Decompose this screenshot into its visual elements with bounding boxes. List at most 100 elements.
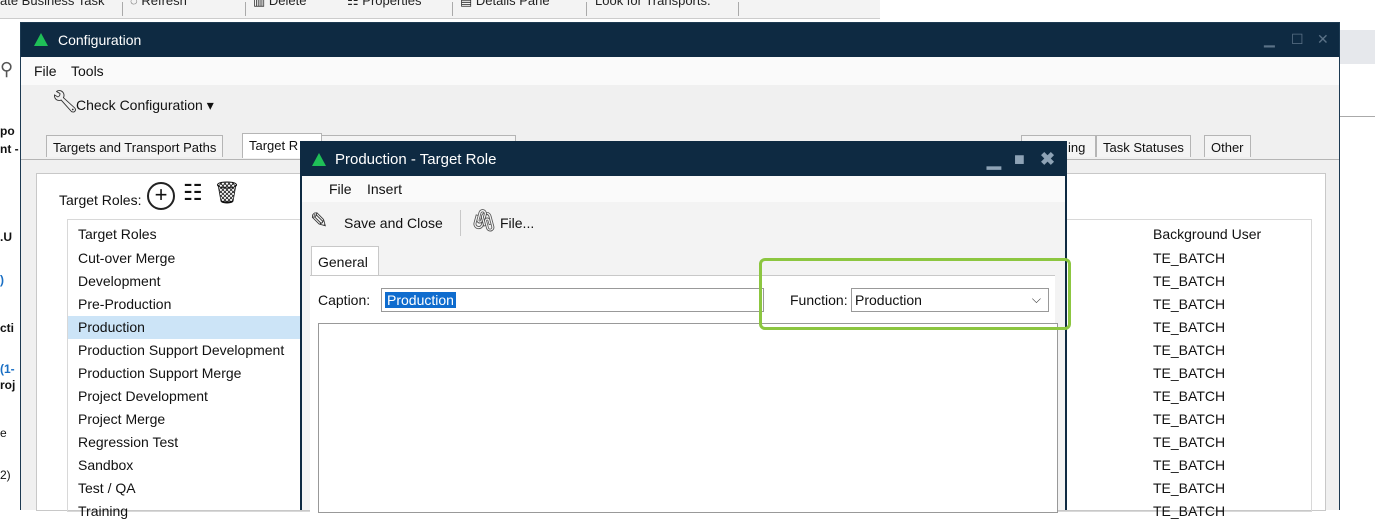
table-row[interactable]: Sandbox bbox=[68, 454, 308, 477]
table-row[interactable]: Production Support Development bbox=[68, 339, 308, 362]
properties-label: Properties bbox=[362, 0, 422, 8]
search-icon: ⚲ bbox=[0, 59, 14, 79]
target-role-dialog: Production - Target Role ▁ ■ ✖ File Inse… bbox=[300, 141, 1071, 513]
menu-file[interactable]: File bbox=[329, 181, 352, 197]
delete-trash-icon[interactable]: 🗑︎ bbox=[213, 180, 241, 206]
properties-list-icon[interactable]: ☷ bbox=[183, 180, 203, 206]
table-row[interactable]: Project Merge bbox=[68, 408, 308, 431]
paperclip-icon: 🖇︎ bbox=[470, 208, 498, 233]
tab-other[interactable]: Other bbox=[1204, 135, 1251, 157]
column-header-target-roles[interactable]: Target Roles bbox=[68, 223, 308, 246]
bg-text: po bbox=[0, 124, 15, 138]
configuration-titlebar[interactable]: Configuration ▁ ☐ ✕ bbox=[21, 23, 1339, 57]
background-user-cell[interactable]: TE_BATCH bbox=[1143, 362, 1303, 381]
tab-task-statuses[interactable]: Task Statuses bbox=[1096, 135, 1191, 157]
save-and-close-button[interactable]: Save and Close bbox=[344, 215, 443, 231]
menu-file[interactable]: File bbox=[34, 63, 57, 79]
pencil-icon: ✎ bbox=[310, 208, 329, 233]
minimize-icon[interactable]: ▁ bbox=[1264, 31, 1275, 48]
description-textarea[interactable] bbox=[318, 323, 1058, 513]
minimize-icon[interactable]: ▁ bbox=[987, 149, 1001, 170]
background-header-strip bbox=[1340, 30, 1375, 64]
toolbar-separator bbox=[452, 2, 453, 16]
bg-text: roj bbox=[0, 378, 16, 392]
toolbar-separator bbox=[460, 210, 461, 236]
window-title: Configuration bbox=[58, 32, 142, 48]
background-user-cell[interactable]: TE_BATCH bbox=[1143, 477, 1303, 496]
wrench-icon: 🔧︎ bbox=[51, 89, 79, 114]
close-icon[interactable]: ✖ bbox=[1040, 149, 1055, 170]
function-highlight-box bbox=[759, 258, 1071, 330]
target-roles-label: Target Roles: bbox=[59, 192, 142, 208]
details-pane-button[interactable]: ▤ Details Pane bbox=[460, 0, 580, 9]
properties-button[interactable]: ☷ Properties bbox=[347, 0, 447, 9]
background-user-cell[interactable]: TE_BATCH bbox=[1143, 385, 1303, 404]
bg-text: nt - bbox=[0, 142, 19, 156]
configuration-menubar: File Tools bbox=[21, 57, 1339, 85]
background-user-cell[interactable]: TE_BATCH bbox=[1143, 431, 1303, 450]
dialog-title: Production - Target Role bbox=[335, 151, 497, 168]
properties-icon: ☷ bbox=[347, 0, 363, 8]
bg-text: ) bbox=[0, 273, 4, 287]
caption-label: Caption: bbox=[318, 292, 371, 308]
background-column-edge bbox=[1340, 100, 1375, 117]
attach-file-button[interactable]: File... bbox=[500, 215, 534, 231]
delete-label: Delete bbox=[268, 0, 307, 8]
toolbar-separator bbox=[245, 2, 246, 16]
bg-text: .U bbox=[0, 230, 12, 244]
dialog-titlebar[interactable]: Production - Target Role ▁ ■ ✖ bbox=[302, 143, 1065, 176]
close-icon[interactable]: ✕ bbox=[1317, 31, 1329, 48]
add-icon[interactable]: + bbox=[147, 182, 175, 210]
details-pane-icon: ▤ bbox=[460, 0, 476, 8]
dropdown-caret-icon: ▾ bbox=[206, 97, 214, 113]
table-row[interactable]: Pre-Production bbox=[68, 293, 308, 316]
background-user-cell[interactable]: TE_BATCH bbox=[1143, 247, 1303, 266]
toolbar-separator bbox=[586, 2, 587, 16]
tab-general[interactable]: General bbox=[311, 246, 379, 276]
dialog-toolbar: ✎ Save and Close 🖇︎ File... bbox=[302, 202, 1065, 244]
table-row[interactable]: Test / QA bbox=[68, 477, 308, 500]
configuration-toolbar: 🔧︎ Check Configuration ▾ bbox=[21, 85, 1339, 125]
look-for-transports-button[interactable]: Look for Transports. bbox=[595, 0, 735, 9]
menu-tools[interactable]: Tools bbox=[71, 63, 104, 79]
table-row[interactable]: Project Development bbox=[68, 385, 308, 408]
refresh-button[interactable]: ◌ Refresh bbox=[130, 0, 238, 9]
menu-insert[interactable]: Insert bbox=[367, 181, 402, 197]
details-pane-label: Details Pane bbox=[475, 0, 550, 8]
app-logo-icon bbox=[34, 33, 48, 46]
app-logo-icon bbox=[312, 153, 326, 166]
refresh-label: Refresh bbox=[141, 0, 187, 8]
create-task-button[interactable]: ate Business Task bbox=[0, 0, 115, 9]
caption-value: Production bbox=[385, 292, 456, 308]
toolbar-separator bbox=[122, 2, 123, 16]
background-user-cell[interactable]: TE_BATCH bbox=[1143, 293, 1303, 312]
background-user-cell[interactable]: TE_BATCH bbox=[1143, 454, 1303, 473]
caption-input[interactable]: Production bbox=[381, 288, 764, 312]
background-user-cell[interactable]: TE_BATCH bbox=[1143, 339, 1303, 358]
bg-text: (1- bbox=[0, 362, 15, 376]
background-user-cell[interactable]: TE_BATCH bbox=[1143, 270, 1303, 289]
check-configuration-label: Check Configuration bbox=[76, 97, 203, 113]
table-row[interactable]: Cut-over Merge bbox=[68, 247, 308, 270]
table-row[interactable]: Regression Test bbox=[68, 431, 308, 454]
maximize-icon[interactable]: ■ bbox=[1014, 149, 1025, 170]
table-row[interactable]: Training bbox=[68, 500, 308, 523]
background-toolbar: ate Business Task ◌ Refresh ▥ Delete ☷ P… bbox=[0, 0, 880, 19]
table-row[interactable]: Development bbox=[68, 270, 308, 293]
refresh-icon: ◌ bbox=[130, 0, 142, 8]
delete-button[interactable]: ▥ Delete bbox=[253, 0, 343, 9]
bg-text: cti bbox=[0, 321, 15, 335]
tab-targets-transport-paths[interactable]: Targets and Transport Paths bbox=[46, 135, 224, 157]
bg-text: 2) bbox=[0, 468, 11, 482]
check-configuration-button[interactable]: Check Configuration ▾ bbox=[76, 97, 214, 114]
background-user-cell[interactable]: TE_BATCH bbox=[1143, 408, 1303, 427]
trash-icon: ▥ bbox=[253, 0, 269, 8]
toolbar-separator bbox=[738, 2, 739, 16]
column-header-background-user[interactable]: Background User bbox=[1143, 223, 1303, 242]
bg-text: e bbox=[0, 426, 7, 440]
table-row[interactable]: Production Support Merge bbox=[68, 362, 308, 385]
background-user-cell[interactable]: TE_BATCH bbox=[1143, 316, 1303, 335]
table-row-selected[interactable]: Production bbox=[68, 316, 308, 339]
maximize-icon[interactable]: ☐ bbox=[1291, 31, 1304, 48]
dialog-menubar: File Insert bbox=[302, 176, 1065, 202]
